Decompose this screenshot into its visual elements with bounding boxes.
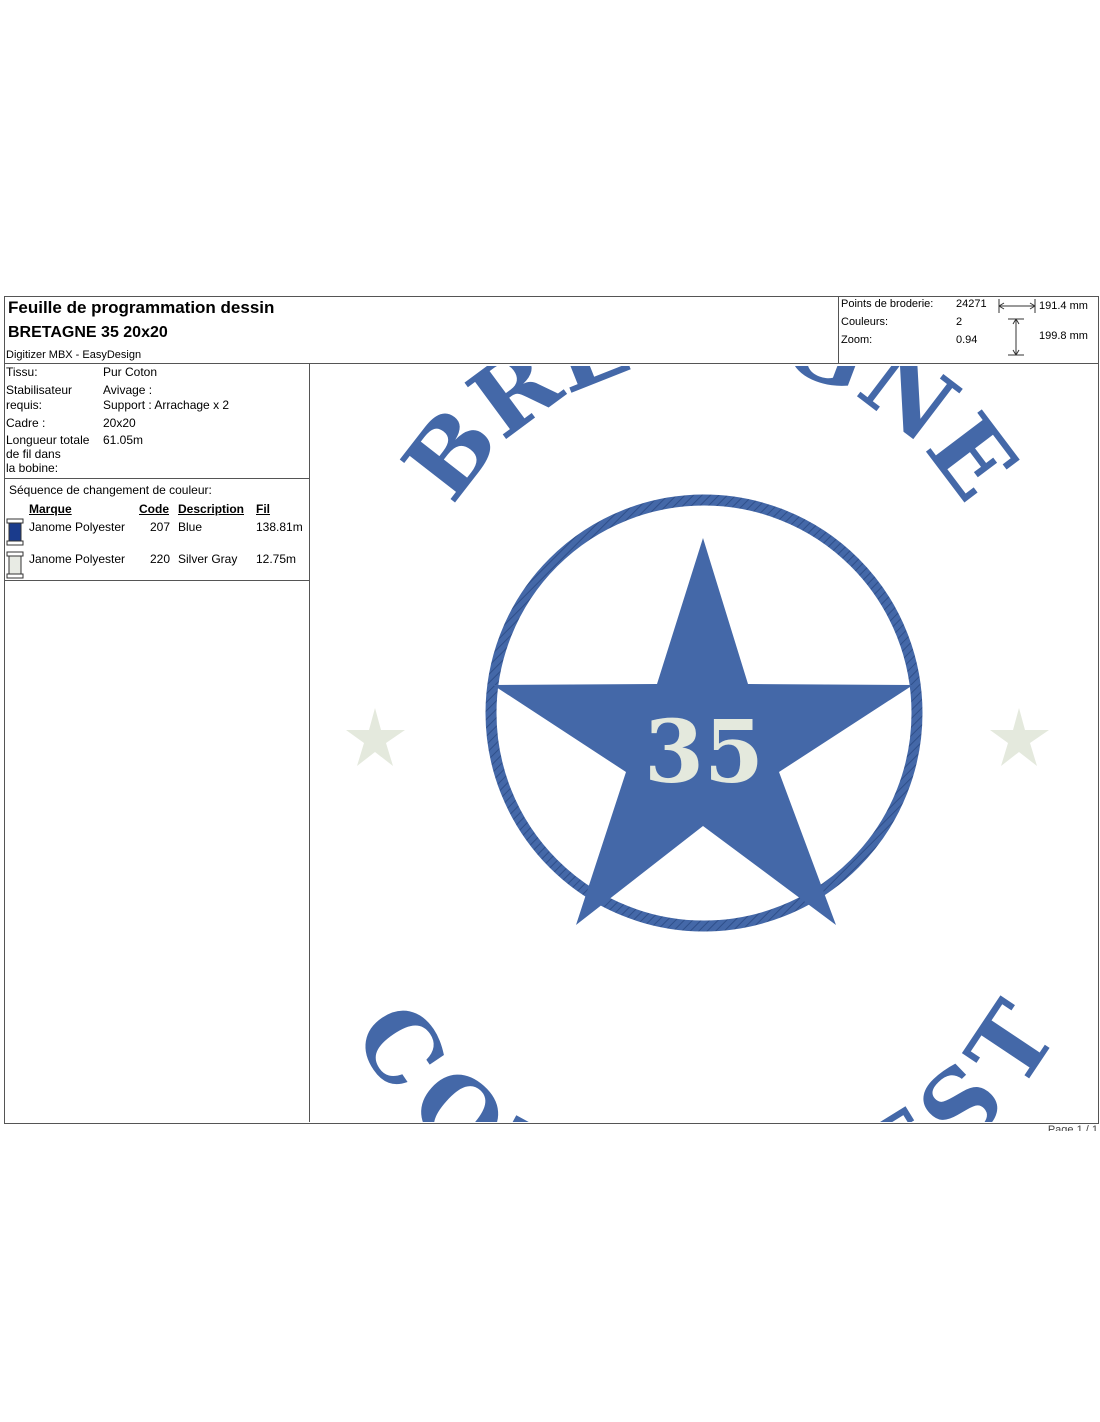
stabilizer-value-1: Avivage : [103,383,153,397]
stabilizer-value-2: Support : Arrachage x 2 [103,398,230,412]
info-bottom-line [5,478,309,479]
bottom-arched-text: COTE OUEST [332,983,1078,1122]
row-2-thread: 12.75m [256,552,297,566]
row-2-brand: Janome Polyester [29,552,126,566]
colors-label: Couleurs: [841,316,889,328]
width-value: 191.4 mm [1039,300,1088,312]
code-header: Code [139,502,169,516]
center-number: 35 [644,702,764,803]
software-name: Digitizer MBX - EasyDesign [6,349,142,361]
height-value: 199.8 mm [1039,330,1088,342]
page-footer: Page 1 / 1 [1047,1124,1098,1131]
stitches-value: 24271 [956,298,987,310]
thread-length-label-3: la bobine: [6,461,59,475]
header-bottom-line [5,363,1098,364]
stabilizer-label-2: requis: [6,398,43,412]
sheet-title: Feuille de programmation dessin [8,298,275,317]
height-dimension-icon [1008,318,1024,356]
sequence-title: Séquence de changement de couleur: [9,483,212,497]
row-1-code: 207 [150,520,171,534]
width-dimension-icon [998,299,1036,313]
row-2-code: 220 [150,552,171,566]
embroidery-preview: BRETAGNE COTE OUEST 35 [332,366,1078,1122]
header-divider [838,297,839,363]
colors-value: 2 [956,316,963,328]
fabric-label: Tissu: [6,365,38,379]
frame-value: 20x20 [103,416,136,430]
row-1-description: Blue [178,520,203,534]
stitches-label: Points de broderie: [841,298,934,310]
stabilizer-label-1: Stabilisateur [6,383,73,397]
left-star-icon [346,708,405,766]
row-1-brand: Janome Polyester [29,520,126,534]
fabric-value: Pur Coton [103,365,158,379]
row-1-thread: 138.81m [256,520,303,534]
design-name: BRETAGNE 35 20x20 [8,324,168,341]
thread-header: Fil [256,502,270,516]
brand-header: Marque [29,502,72,516]
right-star-icon [990,708,1049,766]
thread-length-label-1: Longueur totale [6,433,90,447]
silver-spool-icon [6,551,24,579]
thread-length-label-2: de fil dans [6,447,61,461]
thread-length-value: 61.05m [103,433,144,447]
zoom-label: Zoom: [841,334,873,346]
frame-label: Cadre : [6,416,46,430]
description-header: Description [178,502,245,516]
sequence-bottom-line [5,580,309,581]
blue-spool-icon [6,518,24,546]
row-2-description: Silver Gray [178,552,238,566]
zoom-value: 0.94 [956,334,978,346]
